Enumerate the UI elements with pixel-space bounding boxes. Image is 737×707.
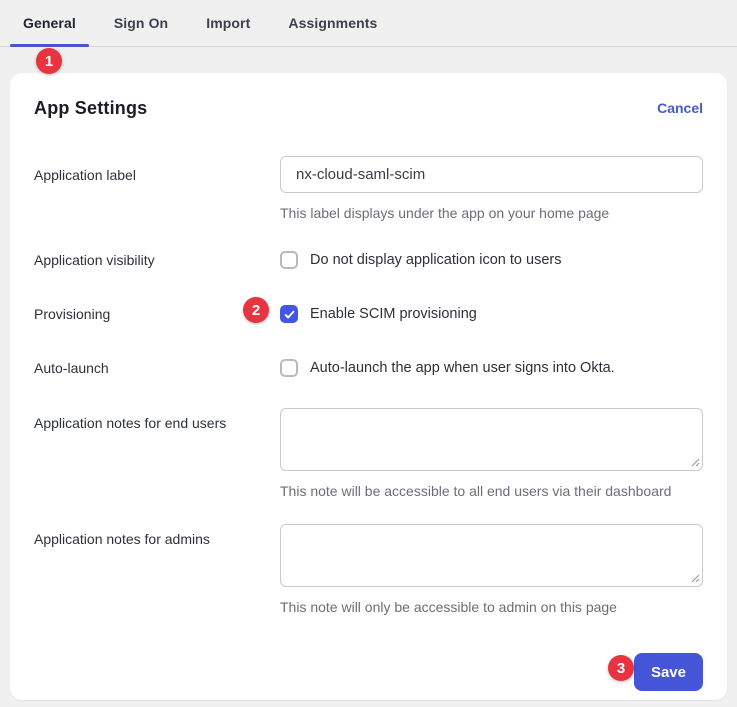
tab-bar: General Sign On Import Assignments (0, 0, 737, 47)
application-visibility-label: Application visibility (34, 251, 280, 269)
cancel-link[interactable]: Cancel (657, 100, 703, 116)
row-provisioning: Provisioning Enable SCIM provisioning (34, 305, 703, 323)
row-notes-admins: Application notes for admins This note w… (34, 524, 703, 615)
tab-import[interactable]: Import (193, 0, 263, 46)
checkmark-icon (283, 308, 296, 321)
notes-admins-help: This note will only be accessible to adm… (280, 599, 703, 615)
application-label-help: This label displays under the app on you… (280, 205, 703, 221)
application-label-label: Application label (34, 156, 280, 193)
step-badge-2: 2 (243, 297, 269, 323)
step-badge-3: 3 (608, 655, 634, 681)
step-badge-1: 1 (36, 48, 62, 74)
tab-sign-on[interactable]: Sign On (101, 0, 181, 46)
app-settings-card: App Settings Cancel Application label Th… (10, 73, 727, 700)
auto-launch-label: Auto-launch (34, 359, 280, 377)
tab-assignments[interactable]: Assignments (275, 0, 390, 46)
card-header: App Settings Cancel (34, 98, 703, 120)
application-visibility-checkbox[interactable] (280, 251, 298, 269)
row-notes-end-users: Application notes for end users This not… (34, 408, 703, 499)
notes-end-users-textarea[interactable] (280, 408, 703, 471)
notes-end-users-help: This note will be accessible to all end … (280, 483, 703, 499)
notes-admins-label: Application notes for admins (34, 524, 280, 587)
auto-launch-field[interactable]: Auto-launch the app when user signs into… (280, 359, 703, 377)
save-button[interactable]: Save (634, 653, 703, 691)
page-title: App Settings (34, 98, 147, 119)
notes-admins-textarea[interactable] (280, 524, 703, 587)
application-visibility-checkbox-label[interactable]: Do not display application icon to users (310, 251, 561, 269)
row-auto-launch: Auto-launch Auto-launch the app when use… (34, 359, 703, 377)
row-application-visibility: Application visibility Do not display ap… (34, 251, 703, 269)
auto-launch-checkbox-label[interactable]: Auto-launch the app when user signs into… (310, 359, 615, 377)
provisioning-field[interactable]: Enable SCIM provisioning (280, 305, 703, 323)
auto-launch-checkbox[interactable] (280, 359, 298, 377)
provisioning-checkbox[interactable] (280, 305, 298, 323)
tab-general[interactable]: General (10, 0, 89, 46)
provisioning-checkbox-label[interactable]: Enable SCIM provisioning (310, 305, 477, 323)
card-footer: Save (34, 653, 703, 691)
notes-end-users-label: Application notes for end users (34, 408, 280, 471)
application-visibility-field[interactable]: Do not display application icon to users (280, 251, 703, 269)
row-application-label: Application label This label displays un… (34, 156, 703, 221)
application-label-input[interactable] (280, 156, 703, 193)
